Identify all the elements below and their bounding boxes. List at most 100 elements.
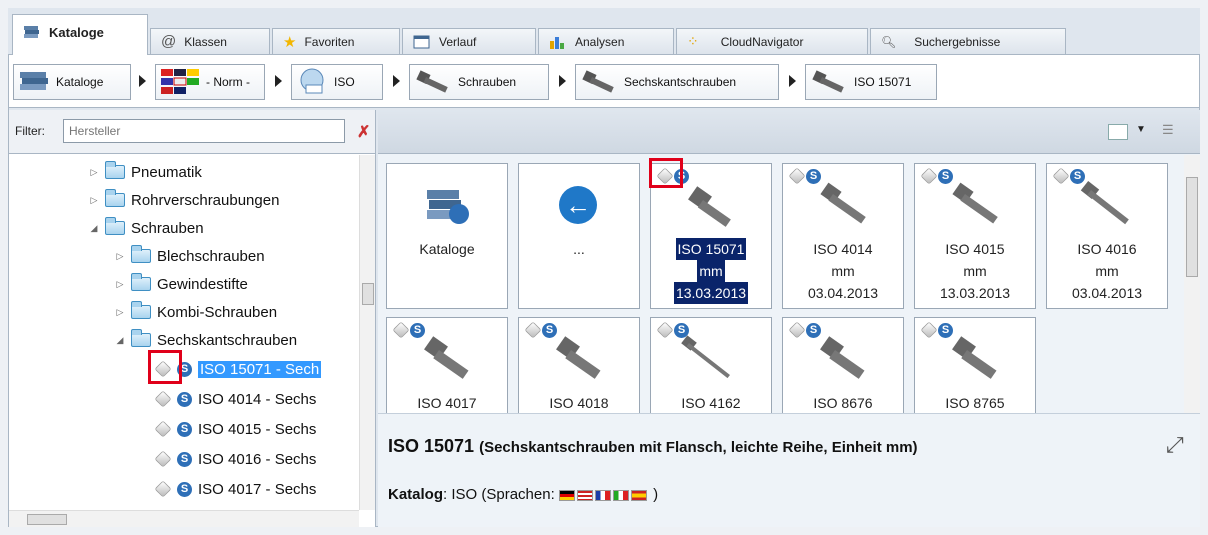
catalogs-icon [18, 68, 52, 97]
catalog-tree: ▷ Pneumatik ▷ Rohrverschraubungen ◢ Schr… [9, 155, 359, 510]
tree-folder-kombi-schrauben[interactable]: ▷ Kombi-Schrauben [115, 298, 277, 326]
bar-chart-icon [549, 35, 567, 49]
expand-icon[interactable]: ▷ [89, 167, 99, 178]
tree-label: Gewindestifte [157, 275, 248, 293]
tree-label: ISO 4014 - Sechs [198, 390, 317, 408]
detail-catalog: Katalog: ISO (Sprachen: ) [388, 486, 658, 503]
tree-label: Blechschrauben [157, 247, 265, 265]
breadcrumb-label: Kataloge [56, 75, 104, 89]
tile-view-icon[interactable] [1108, 124, 1128, 140]
tab-favoriten[interactable]: ★ Favoriten [272, 28, 400, 54]
tree-label: Pneumatik [131, 163, 202, 181]
screw-icon [553, 336, 613, 393]
breadcrumb-kataloge[interactable]: Kataloge [13, 64, 131, 100]
detail-part-number: ISO 15071 [388, 436, 475, 456]
screw-icon [1077, 180, 1143, 241]
tile-label: ISO 15071 [675, 238, 747, 260]
breadcrumb-separator-icon [559, 75, 566, 87]
3d-cube-icon [154, 420, 172, 438]
tile-label: ISO 8765 [945, 395, 1005, 411]
tile-iso-4015[interactable]: S ISO 4015 mm 13.03.2013 [914, 163, 1036, 309]
breadcrumb-norm[interactable]: - Norm - [155, 64, 265, 100]
catalog-value: : ISO (Sprachen: [443, 486, 559, 503]
back-arrow-icon: ← [559, 186, 597, 224]
flag-de-icon [558, 489, 575, 501]
tree-label: ISO 4016 - Sechs [198, 450, 317, 468]
breadcrumb-label: - Norm - [206, 75, 250, 89]
tile-date: 03.04.2013 [807, 285, 879, 301]
tab-label: Suchergebnisse [914, 34, 1001, 49]
tree-folder-rohrverschraubungen[interactable]: ▷ Rohrverschraubungen [89, 186, 279, 214]
tree-folder-sechskantschrauben[interactable]: ◢ Sechskantschrauben [115, 326, 297, 354]
tile-kataloge[interactable]: Kataloge [386, 163, 508, 309]
tile-iso-4018[interactable]: S ISO 4018 [518, 317, 640, 413]
tree-folder-blechschrauben[interactable]: ▷ Blechschrauben [115, 242, 265, 270]
breadcrumb-label: ISO [334, 75, 355, 89]
screw-icon [580, 67, 620, 98]
breadcrumb-iso[interactable]: ISO [291, 64, 383, 100]
expand-icon[interactable]: ▷ [89, 195, 99, 206]
tile-iso-8765[interactable]: S ISO 8765 [914, 317, 1036, 413]
folder-icon [105, 189, 125, 207]
tile-iso-4016[interactable]: S ISO 4016 mm 03.04.2013 [1046, 163, 1168, 309]
expand-icon[interactable]: ▷ [115, 279, 125, 290]
highlight-marker [148, 350, 182, 384]
grid-vertical-scrollbar[interactable] [1184, 155, 1200, 413]
tab-analysen[interactable]: Analysen [538, 28, 674, 54]
clear-filter-icon[interactable]: ✗ [357, 122, 370, 142]
scrollbar-thumb[interactable] [362, 283, 374, 305]
tab-suchergebnisse[interactable]: 🔍︎ Suchergebnisse [870, 28, 1066, 54]
filter-input[interactable] [63, 119, 345, 143]
scrollbar-thumb[interactable] [1186, 177, 1198, 277]
tree-folder-schrauben[interactable]: ◢ Schrauben [89, 214, 204, 242]
tab-cloudnavigator[interactable]: ⁘ CloudNavigator [676, 28, 868, 54]
folder-open-icon [105, 217, 125, 235]
3d-cube-icon [1052, 167, 1070, 185]
tile-label: ... [573, 241, 585, 257]
tile-label: ISO 4162 [681, 395, 741, 411]
screw-icon [677, 334, 747, 393]
breadcrumb-schrauben[interactable]: Schrauben [409, 64, 549, 100]
collapse-icon[interactable]: ◢ [89, 223, 99, 234]
tree-label: Kombi-Schrauben [157, 303, 278, 321]
tile-iso-4017[interactable]: S ISO 4017 [386, 317, 508, 413]
tab-verlauf[interactable]: Verlauf [402, 28, 536, 54]
chevron-down-icon[interactable]: ▼ [1136, 124, 1146, 135]
detail-title: ISO 15071 (Sechskantschrauben mit Flansc… [388, 436, 918, 457]
tree-part-iso-4016[interactable]: S ISO 4016 - Sechs [154, 445, 317, 473]
catalogs-icon [23, 25, 41, 39]
flag-us-icon [576, 489, 593, 501]
3d-cube-icon [154, 450, 172, 468]
tree-horizontal-scrollbar[interactable] [9, 510, 359, 527]
tree-vertical-scrollbar[interactable] [359, 155, 375, 510]
screw-icon [414, 67, 454, 98]
tree-part-iso-4014[interactable]: S ISO 4014 - Sechs [154, 385, 317, 413]
tile-back[interactable]: ← ... [518, 163, 640, 309]
tile-iso-4162[interactable]: S ISO 4162 [650, 317, 772, 413]
view-toolbar: ▼ ☰ [378, 110, 1200, 154]
tile-unit: mm [963, 263, 987, 279]
scrollbar-thumb[interactable] [27, 514, 67, 525]
content-panel: ▼ ☰ Kataloge ← ... S ISO 15071 mm 13.03.20… [378, 110, 1200, 527]
list-view-icon[interactable]: ☰ [1162, 122, 1174, 138]
tree-label: Rohrverschraubungen [131, 191, 280, 209]
tree-part-iso-4017[interactable]: S ISO 4017 - Sechs [154, 475, 316, 503]
tree-folder-pneumatik[interactable]: ▷ Pneumatik [89, 158, 202, 186]
tile-date: 13.03.2013 [673, 282, 749, 304]
tab-kataloge[interactable]: Kataloge [12, 14, 148, 55]
expand-icon[interactable]: ▷ [115, 307, 125, 318]
tile-iso-4014[interactable]: S ISO 4014 mm 03.04.2013 [782, 163, 904, 309]
expand-icon[interactable]: ▷ [115, 251, 125, 262]
tree-folder-gewindestifte[interactable]: ▷ Gewindestifte [115, 270, 248, 298]
collapse-icon[interactable]: ◢ [115, 335, 125, 346]
breadcrumb-iso-15071[interactable]: ISO 15071 [805, 64, 937, 100]
detail-description: (Sechskantschrauben mit Flansch, leichte… [479, 439, 918, 456]
filter-label: Filter: [15, 124, 45, 138]
tile-iso-8676[interactable]: S ISO 8676 [782, 317, 904, 413]
at-icon: @ [161, 33, 177, 50]
tree-part-iso-4015[interactable]: S ISO 4015 - Sechs [154, 415, 316, 443]
expand-icon[interactable]: ⤢ [1166, 432, 1184, 458]
tile-grid: Kataloge ← ... S ISO 15071 mm 13.03.2013 S… [378, 155, 1184, 413]
breadcrumb-sechskantschrauben[interactable]: Sechskantschrauben [575, 64, 779, 100]
tab-klassen[interactable]: @ Klassen [150, 28, 270, 54]
